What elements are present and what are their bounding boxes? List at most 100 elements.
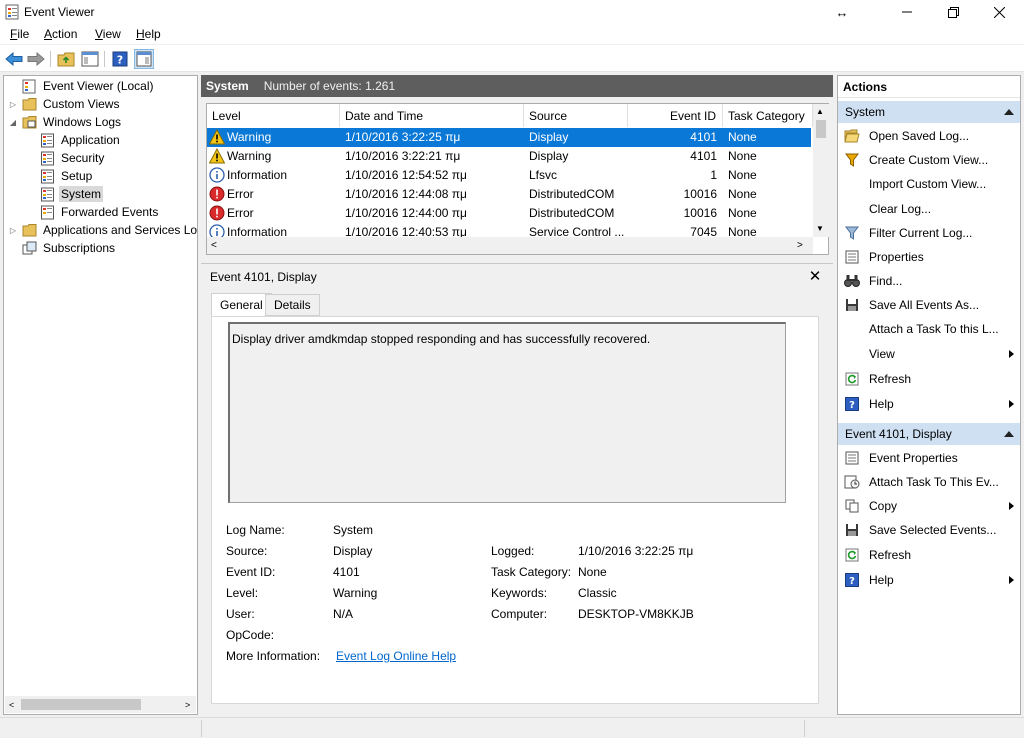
tree-item-custom-views[interactable]: ▷ Custom Views bbox=[8, 95, 121, 113]
tree-item-system[interactable]: System bbox=[26, 185, 104, 203]
chevron-right-icon[interactable]: ▷ bbox=[8, 226, 18, 235]
action-refresh[interactable]: Refresh bbox=[838, 543, 1020, 567]
log-icon bbox=[41, 187, 54, 201]
forward-arrow-icon[interactable] bbox=[26, 49, 46, 69]
column-header-task-category[interactable]: Task Category bbox=[723, 104, 813, 127]
more-information-label: More Information: bbox=[226, 649, 321, 663]
tree-item-applications-and-services[interactable]: ▷ Applications and Services Lo bbox=[8, 221, 199, 239]
tab-details[interactable]: Details bbox=[265, 294, 320, 316]
action-save-selected-events[interactable]: Save Selected Events... bbox=[838, 518, 1020, 542]
actions-section-event[interactable]: Event 4101, Display bbox=[838, 423, 1020, 445]
action-help[interactable]: ? Help bbox=[838, 568, 1020, 592]
action-open-saved-log[interactable]: Open Saved Log... bbox=[838, 124, 1020, 148]
table-row[interactable]: Error 1/10/2016 12:44:08 πμ DistributedCOM… bbox=[207, 185, 811, 204]
action-import-custom-view[interactable]: Import Custom View... bbox=[838, 172, 1020, 196]
table-row[interactable]: Information 1/10/2016 12:54:52 πμ Lfsvc 1 No… bbox=[207, 166, 811, 185]
action-refresh[interactable]: Refresh bbox=[838, 367, 1020, 391]
event-viewer-app-icon bbox=[5, 4, 19, 20]
events-vertical-scrollbar[interactable]: ▲ ▼ bbox=[813, 104, 829, 237]
maximize-button[interactable] bbox=[930, 0, 976, 24]
action-label: Copy bbox=[869, 499, 898, 513]
menu-file[interactable]: File bbox=[10, 27, 29, 41]
event-log-online-help-link[interactable]: Event Log Online Help bbox=[336, 649, 456, 663]
column-header-event-id[interactable]: Event ID bbox=[628, 104, 723, 127]
opcode-label: OpCode: bbox=[226, 628, 275, 642]
svg-text:?: ? bbox=[849, 576, 855, 587]
back-arrow-icon[interactable] bbox=[4, 49, 24, 69]
action-help[interactable]: ? Help bbox=[838, 392, 1020, 416]
scroll-right-icon[interactable]: > bbox=[185, 700, 190, 710]
submenu-arrow-icon bbox=[1009, 400, 1014, 408]
cell-date: 1/10/2016 12:54:52 πμ bbox=[345, 168, 467, 182]
action-label: Filter Current Log... bbox=[869, 226, 973, 240]
close-icon[interactable]: ✕ bbox=[807, 267, 823, 285]
show-hide-tree-icon[interactable] bbox=[80, 49, 100, 69]
table-row[interactable]: Error 1/10/2016 12:44:00 πμ DistributedCOM… bbox=[207, 204, 811, 223]
logged-label: Logged: bbox=[491, 544, 535, 558]
action-event-properties[interactable]: Event Properties bbox=[838, 446, 1020, 470]
menu-help[interactable]: Help bbox=[136, 27, 161, 41]
table-row[interactable]: Warning 1/10/2016 3:22:21 πμ Display 4101 No… bbox=[207, 147, 811, 166]
chevron-down-icon[interactable]: ◢ bbox=[8, 118, 18, 127]
resize-icon[interactable]: ↔ bbox=[819, 0, 865, 24]
tree-item-event-viewer-local[interactable]: Event Viewer (Local) bbox=[8, 77, 156, 95]
action-copy[interactable]: Copy bbox=[838, 494, 1020, 518]
tab-general[interactable]: General bbox=[211, 293, 272, 317]
tree-item-windows-logs[interactable]: ◢ Windows Logs bbox=[8, 113, 123, 131]
warning-icon bbox=[208, 128, 226, 145]
scrollbar-thumb[interactable] bbox=[21, 699, 141, 710]
task-category-value: None bbox=[578, 565, 607, 579]
cell-source: Display bbox=[529, 130, 569, 144]
show-hide-action-pane-icon[interactable] bbox=[134, 49, 154, 69]
menu-view[interactable]: View bbox=[95, 27, 121, 41]
event-id-label: Event ID: bbox=[226, 565, 276, 579]
column-header-source[interactable]: Source bbox=[524, 104, 628, 127]
tree-item-subscriptions[interactable]: Subscriptions bbox=[8, 239, 117, 257]
action-label: Attach a Task To this L... bbox=[869, 322, 999, 336]
collapse-caret-icon[interactable] bbox=[1004, 109, 1014, 115]
action-attach-a-task-to-this-l[interactable]: Attach a Task To this L... bbox=[838, 317, 1020, 341]
action-attach-task-to-this-ev[interactable]: Attach Task To This Ev... bbox=[838, 470, 1020, 494]
action-properties[interactable]: Properties bbox=[838, 245, 1020, 269]
event-message[interactable]: Display driver amdkmdap stopped respondi… bbox=[228, 322, 786, 503]
action-save-all-events-as[interactable]: Save All Events As... bbox=[838, 293, 1020, 317]
scrollbar-thumb[interactable] bbox=[816, 120, 826, 138]
tree-item-application[interactable]: Application bbox=[26, 131, 122, 149]
windows-logs-icon bbox=[22, 115, 37, 128]
minimize-button[interactable] bbox=[884, 0, 930, 24]
column-header-date[interactable]: Date and Time bbox=[340, 104, 524, 127]
tree-item-security[interactable]: Security bbox=[26, 149, 106, 167]
computer-label: Computer: bbox=[491, 607, 548, 621]
scroll-left-icon[interactable]: < bbox=[9, 700, 14, 710]
filter-icon bbox=[844, 225, 860, 241]
scroll-right-icon[interactable]: > bbox=[797, 240, 803, 251]
action-find[interactable]: Find... bbox=[838, 269, 1020, 293]
open-folder-icon bbox=[844, 128, 860, 144]
collapse-caret-icon[interactable] bbox=[1004, 431, 1014, 437]
cell-event-id: 1 bbox=[710, 168, 717, 182]
column-header-level[interactable]: Level bbox=[207, 104, 340, 127]
menu-action[interactable]: Action bbox=[44, 27, 77, 41]
scroll-left-icon[interactable]: < bbox=[211, 240, 217, 251]
actions-section-system[interactable]: System bbox=[838, 101, 1020, 123]
events-horizontal-scrollbar[interactable]: < > bbox=[207, 237, 813, 254]
table-row[interactable]: Warning 1/10/2016 3:22:25 πμ Display 4101 No… bbox=[207, 128, 811, 147]
close-button[interactable] bbox=[976, 0, 1022, 24]
action-label: Attach Task To This Ev... bbox=[869, 475, 999, 489]
tree-item-forwarded-events[interactable]: Forwarded Events bbox=[26, 203, 160, 221]
help-icon[interactable]: ? bbox=[110, 49, 130, 69]
scroll-up-icon[interactable]: ▲ bbox=[816, 107, 824, 116]
action-create-custom-view[interactable]: Create Custom View... bbox=[838, 148, 1020, 172]
folder-up-icon[interactable] bbox=[56, 49, 76, 69]
action-filter-current-log[interactable]: Filter Current Log... bbox=[838, 221, 1020, 245]
tree-horizontal-scrollbar[interactable]: < > bbox=[5, 696, 196, 713]
scroll-down-icon[interactable]: ▼ bbox=[816, 224, 824, 233]
cell-source: DistributedCOM bbox=[529, 187, 615, 201]
general-tab-panel: Display driver amdkmdap stopped respondi… bbox=[211, 316, 819, 704]
action-clear-log[interactable]: Clear Log... bbox=[838, 197, 1020, 221]
cell-task-category: None bbox=[728, 130, 757, 144]
cell-event-id: 4101 bbox=[690, 130, 717, 144]
action-view[interactable]: View bbox=[838, 342, 1020, 366]
tree-item-setup[interactable]: Setup bbox=[26, 167, 94, 185]
chevron-right-icon[interactable]: ▷ bbox=[8, 100, 18, 109]
